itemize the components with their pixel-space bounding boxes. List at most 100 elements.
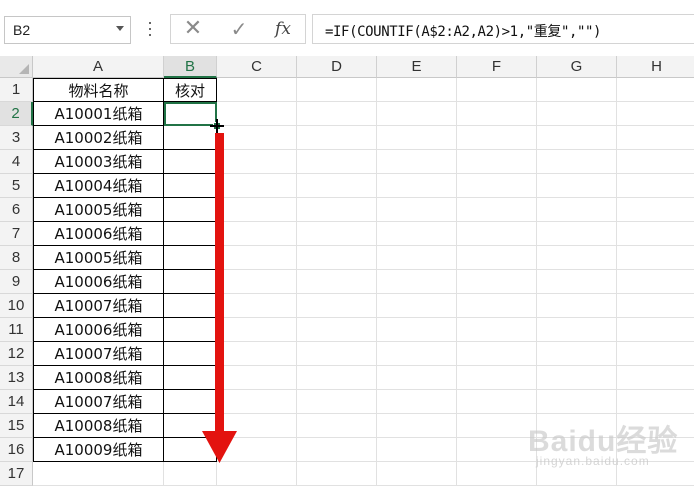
cell[interactable] — [217, 294, 297, 318]
cell[interactable]: A10007纸箱 — [33, 390, 164, 414]
cell[interactable]: A10004纸箱 — [33, 174, 164, 198]
column-header[interactable]: H — [617, 56, 694, 78]
column-header[interactable]: D — [297, 56, 377, 78]
cell[interactable] — [617, 414, 694, 438]
column-header[interactable]: A — [33, 56, 164, 78]
cell[interactable] — [297, 222, 377, 246]
cell[interactable] — [617, 318, 694, 342]
cell[interactable] — [297, 462, 377, 486]
cell[interactable] — [217, 366, 297, 390]
cell[interactable] — [377, 294, 457, 318]
cell[interactable] — [537, 342, 617, 366]
cell[interactable] — [377, 414, 457, 438]
cell[interactable] — [217, 78, 297, 102]
cell[interactable] — [617, 366, 694, 390]
cell[interactable] — [537, 174, 617, 198]
cell[interactable] — [164, 414, 217, 438]
row-header[interactable]: 3 — [0, 126, 33, 150]
row-header[interactable]: 14 — [0, 390, 33, 414]
cell[interactable] — [537, 414, 617, 438]
cell[interactable] — [377, 462, 457, 486]
cell[interactable] — [217, 222, 297, 246]
cell[interactable] — [217, 174, 297, 198]
cell[interactable]: A10005纸箱 — [33, 246, 164, 270]
cell[interactable] — [217, 126, 297, 150]
cell[interactable] — [537, 222, 617, 246]
row-header[interactable]: 1 — [0, 78, 33, 102]
cell[interactable] — [377, 318, 457, 342]
cell[interactable] — [617, 126, 694, 150]
cell[interactable] — [164, 438, 217, 462]
row-header[interactable]: 8 — [0, 246, 33, 270]
select-all-corner[interactable] — [0, 56, 33, 78]
cell[interactable] — [377, 222, 457, 246]
cell[interactable] — [537, 318, 617, 342]
row-header[interactable]: 16 — [0, 438, 33, 462]
column-header[interactable]: G — [537, 56, 617, 78]
cell[interactable] — [457, 342, 537, 366]
cell[interactable] — [217, 414, 297, 438]
cell[interactable] — [297, 414, 377, 438]
cell[interactable] — [457, 246, 537, 270]
cell[interactable] — [297, 438, 377, 462]
cell[interactable]: A10008纸箱 — [33, 414, 164, 438]
cell[interactable] — [297, 270, 377, 294]
cell[interactable] — [164, 294, 217, 318]
cell[interactable] — [217, 318, 297, 342]
cell[interactable] — [297, 198, 377, 222]
cell[interactable] — [537, 294, 617, 318]
cell[interactable] — [297, 318, 377, 342]
cell[interactable] — [164, 174, 217, 198]
cell[interactable] — [377, 246, 457, 270]
cell[interactable] — [297, 342, 377, 366]
cell[interactable] — [377, 342, 457, 366]
cell[interactable] — [164, 390, 217, 414]
cell[interactable]: A10006纸箱 — [33, 270, 164, 294]
column-header[interactable]: F — [457, 56, 537, 78]
cell[interactable] — [617, 294, 694, 318]
cell[interactable] — [164, 246, 217, 270]
cell[interactable] — [617, 78, 694, 102]
column-header[interactable]: E — [377, 56, 457, 78]
row-header[interactable]: 17 — [0, 462, 33, 486]
cancel-icon[interactable]: ✕ — [177, 16, 209, 42]
cell[interactable] — [297, 150, 377, 174]
cell[interactable] — [297, 390, 377, 414]
cell[interactable] — [164, 270, 217, 294]
cell[interactable] — [537, 78, 617, 102]
cell[interactable] — [617, 222, 694, 246]
cell[interactable] — [297, 294, 377, 318]
row-header[interactable]: 9 — [0, 270, 33, 294]
row-header[interactable]: 13 — [0, 366, 33, 390]
cell[interactable] — [217, 462, 297, 486]
cell[interactable] — [457, 414, 537, 438]
cell[interactable] — [164, 342, 217, 366]
insert-function-icon[interactable]: fx — [267, 16, 299, 42]
row-header[interactable]: 6 — [0, 198, 33, 222]
cell[interactable]: 核对 — [164, 78, 217, 102]
cell[interactable]: A10005纸箱 — [33, 198, 164, 222]
cell[interactable] — [377, 174, 457, 198]
cell[interactable] — [457, 222, 537, 246]
row-header[interactable]: 7 — [0, 222, 33, 246]
cell[interactable] — [164, 222, 217, 246]
cell[interactable] — [457, 126, 537, 150]
cell[interactable] — [297, 366, 377, 390]
cell[interactable] — [457, 390, 537, 414]
cell[interactable] — [617, 174, 694, 198]
cell[interactable] — [617, 390, 694, 414]
cell[interactable] — [457, 462, 537, 486]
cell[interactable] — [457, 294, 537, 318]
cell[interactable] — [377, 150, 457, 174]
cell[interactable]: A10006纸箱 — [33, 318, 164, 342]
cell[interactable] — [377, 198, 457, 222]
cell[interactable] — [377, 366, 457, 390]
cell[interactable] — [377, 438, 457, 462]
more-options-icon[interactable] — [146, 18, 154, 40]
row-header[interactable]: 4 — [0, 150, 33, 174]
cell[interactable] — [537, 366, 617, 390]
cell[interactable] — [377, 390, 457, 414]
cell[interactable] — [217, 342, 297, 366]
name-box[interactable]: B2 — [4, 16, 131, 44]
cell[interactable] — [297, 102, 377, 126]
